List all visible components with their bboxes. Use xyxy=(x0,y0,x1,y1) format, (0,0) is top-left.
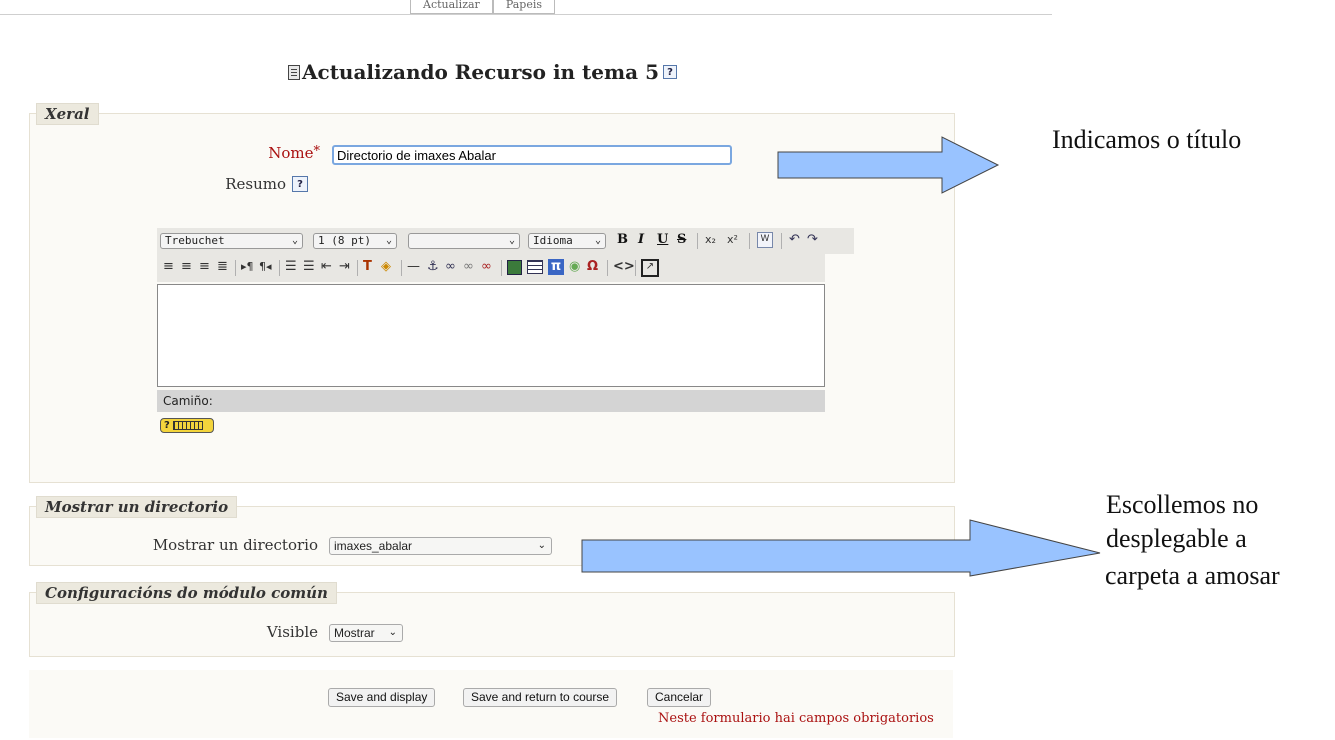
folder-hint-line3: carpeta a amosar xyxy=(1105,561,1280,590)
toolbar-separator xyxy=(635,260,636,276)
superscript-button[interactable]: x² xyxy=(727,232,738,248)
directory-select[interactable]: imaxes_abalar ⌄ xyxy=(329,537,552,555)
directory-legend: Mostrar un directorio xyxy=(36,496,238,518)
common-settings-legend: Configuracións do módulo común xyxy=(36,582,337,604)
rtl-icon[interactable]: ¶◂ xyxy=(259,259,272,275)
top-tabs: Actualizar Papeis xyxy=(410,0,556,14)
style-select[interactable]: ⌄ xyxy=(408,233,520,249)
page-title-text: Actualizando Recurso in tema 5 xyxy=(302,60,660,84)
common-settings-section: Configuracións do módulo común xyxy=(29,582,955,657)
text-color-icon[interactable]: T xyxy=(363,259,372,275)
justify-icon[interactable]: ≣ xyxy=(217,259,228,275)
undo-icon[interactable]: ↶ xyxy=(789,232,800,248)
unordered-list-icon[interactable]: ☰ xyxy=(303,259,315,275)
bold-button[interactable]: B xyxy=(617,232,628,247)
toolbar-separator xyxy=(235,260,236,276)
ordered-list-icon[interactable]: ☰ xyxy=(285,259,297,275)
cancel-button[interactable]: Cancelar xyxy=(647,688,712,707)
ltr-icon[interactable]: ▸¶ xyxy=(241,259,254,275)
anchor-icon[interactable]: ⚓ xyxy=(427,259,439,275)
underline-button[interactable]: U xyxy=(657,232,668,247)
toolbar-separator xyxy=(401,260,402,276)
folder-arrow xyxy=(581,519,1101,577)
indent-icon[interactable]: ⇥ xyxy=(339,259,350,275)
image-icon[interactable] xyxy=(507,260,522,275)
tab-roles[interactable]: Papeis xyxy=(492,0,556,14)
font-select[interactable]: Trebuchet ⌄ xyxy=(160,233,303,249)
toolbar-separator xyxy=(357,260,358,276)
tab-divider xyxy=(0,14,1052,15)
toolbar-separator xyxy=(781,233,782,249)
editor-path-bar: Camiño: xyxy=(157,390,825,412)
link-icon[interactable]: ∞ xyxy=(445,259,456,275)
title-arrow xyxy=(777,136,1000,194)
align-center-icon[interactable]: ≡ xyxy=(181,259,192,275)
editor-toolbar-row2: ≡ ≡ ≡ ≣ ▸¶ ¶◂ ☰ ☰ ⇤ ⇥ T ◈ — ⚓ ∞ ∞ ∞ π ◉ … xyxy=(157,254,825,282)
visible-label: Visible xyxy=(266,623,318,641)
name-input[interactable]: Directorio de imaxes Abalar xyxy=(332,145,732,165)
chevron-down-icon: ⌄ xyxy=(594,235,601,246)
toolbar-separator xyxy=(697,233,698,249)
save-and-return-button[interactable]: Save and return to course xyxy=(463,688,618,707)
visible-select[interactable]: Mostrar ⌄ xyxy=(329,624,403,642)
chevron-down-icon: ⌄ xyxy=(388,627,397,638)
chevron-down-icon: ⌄ xyxy=(537,540,546,551)
keyboard-icon xyxy=(172,420,203,430)
size-select[interactable]: 1 (8 pt) ⌄ xyxy=(313,233,397,249)
smiley-icon[interactable]: ◉ xyxy=(569,259,580,275)
align-left-icon[interactable]: ≡ xyxy=(163,259,174,275)
nolink-icon[interactable]: ∞ xyxy=(481,259,492,275)
tab-update[interactable]: Actualizar xyxy=(410,0,493,14)
italic-button[interactable]: I xyxy=(638,232,644,247)
html-source-icon[interactable]: <> xyxy=(613,259,635,275)
unlink-icon[interactable]: ∞ xyxy=(463,259,474,275)
general-legend: Xeral xyxy=(36,103,99,125)
redo-icon[interactable]: ↷ xyxy=(807,232,818,248)
directory-label: Mostrar un directorio xyxy=(152,536,318,554)
keyboard-shortcuts-button[interactable]: ? xyxy=(160,418,214,433)
tex-icon[interactable]: π xyxy=(548,259,564,275)
required-asterisk: * xyxy=(313,144,321,159)
help-icon[interactable]: ? xyxy=(663,65,678,79)
name-label: Nome* xyxy=(268,144,321,162)
toolbar-separator xyxy=(749,233,750,249)
paste-word-icon[interactable]: W xyxy=(757,232,773,248)
summary-help-icon[interactable]: ? xyxy=(292,176,308,192)
folder-hint-line1: Escollemos no xyxy=(1106,490,1259,519)
toolbar-separator xyxy=(607,260,608,276)
special-char-icon[interactable]: Ω xyxy=(587,259,598,275)
required-fields-note: Neste formulario hai campos obrigatorios xyxy=(658,711,934,726)
background-color-icon[interactable]: ◈ xyxy=(381,259,391,275)
editor-toolbar-row1: Trebuchet ⌄ 1 (8 pt) ⌄ ⌄ Idioma ⌄ B I U S x… xyxy=(157,228,854,254)
summary-label: Resumo xyxy=(225,175,286,193)
outdent-icon[interactable]: ⇤ xyxy=(321,259,332,275)
horizontal-rule-icon[interactable]: — xyxy=(407,259,420,275)
save-and-display-button[interactable]: Save and display xyxy=(328,688,436,707)
align-right-icon[interactable]: ≡ xyxy=(199,259,210,275)
fullscreen-icon[interactable]: ↗ xyxy=(641,259,659,277)
folder-hint-line2: desplegable a xyxy=(1106,524,1247,553)
chevron-down-icon: ⌄ xyxy=(385,235,392,246)
strikethrough-button[interactable]: S xyxy=(677,232,686,247)
editor-text-area[interactable] xyxy=(157,284,825,387)
page-title: Actualizando Recurso in tema 5 ? xyxy=(288,60,678,84)
toolbar-separator xyxy=(501,260,502,276)
document-icon xyxy=(288,64,300,80)
language-select[interactable]: Idioma ⌄ xyxy=(528,233,606,249)
toolbar-separator xyxy=(279,260,280,276)
chevron-down-icon: ⌄ xyxy=(291,235,298,246)
chevron-down-icon: ⌄ xyxy=(508,235,515,246)
title-hint: Indicamos o título xyxy=(1052,125,1242,154)
table-icon[interactable] xyxy=(527,260,543,274)
subscript-button[interactable]: x₂ xyxy=(705,232,716,248)
